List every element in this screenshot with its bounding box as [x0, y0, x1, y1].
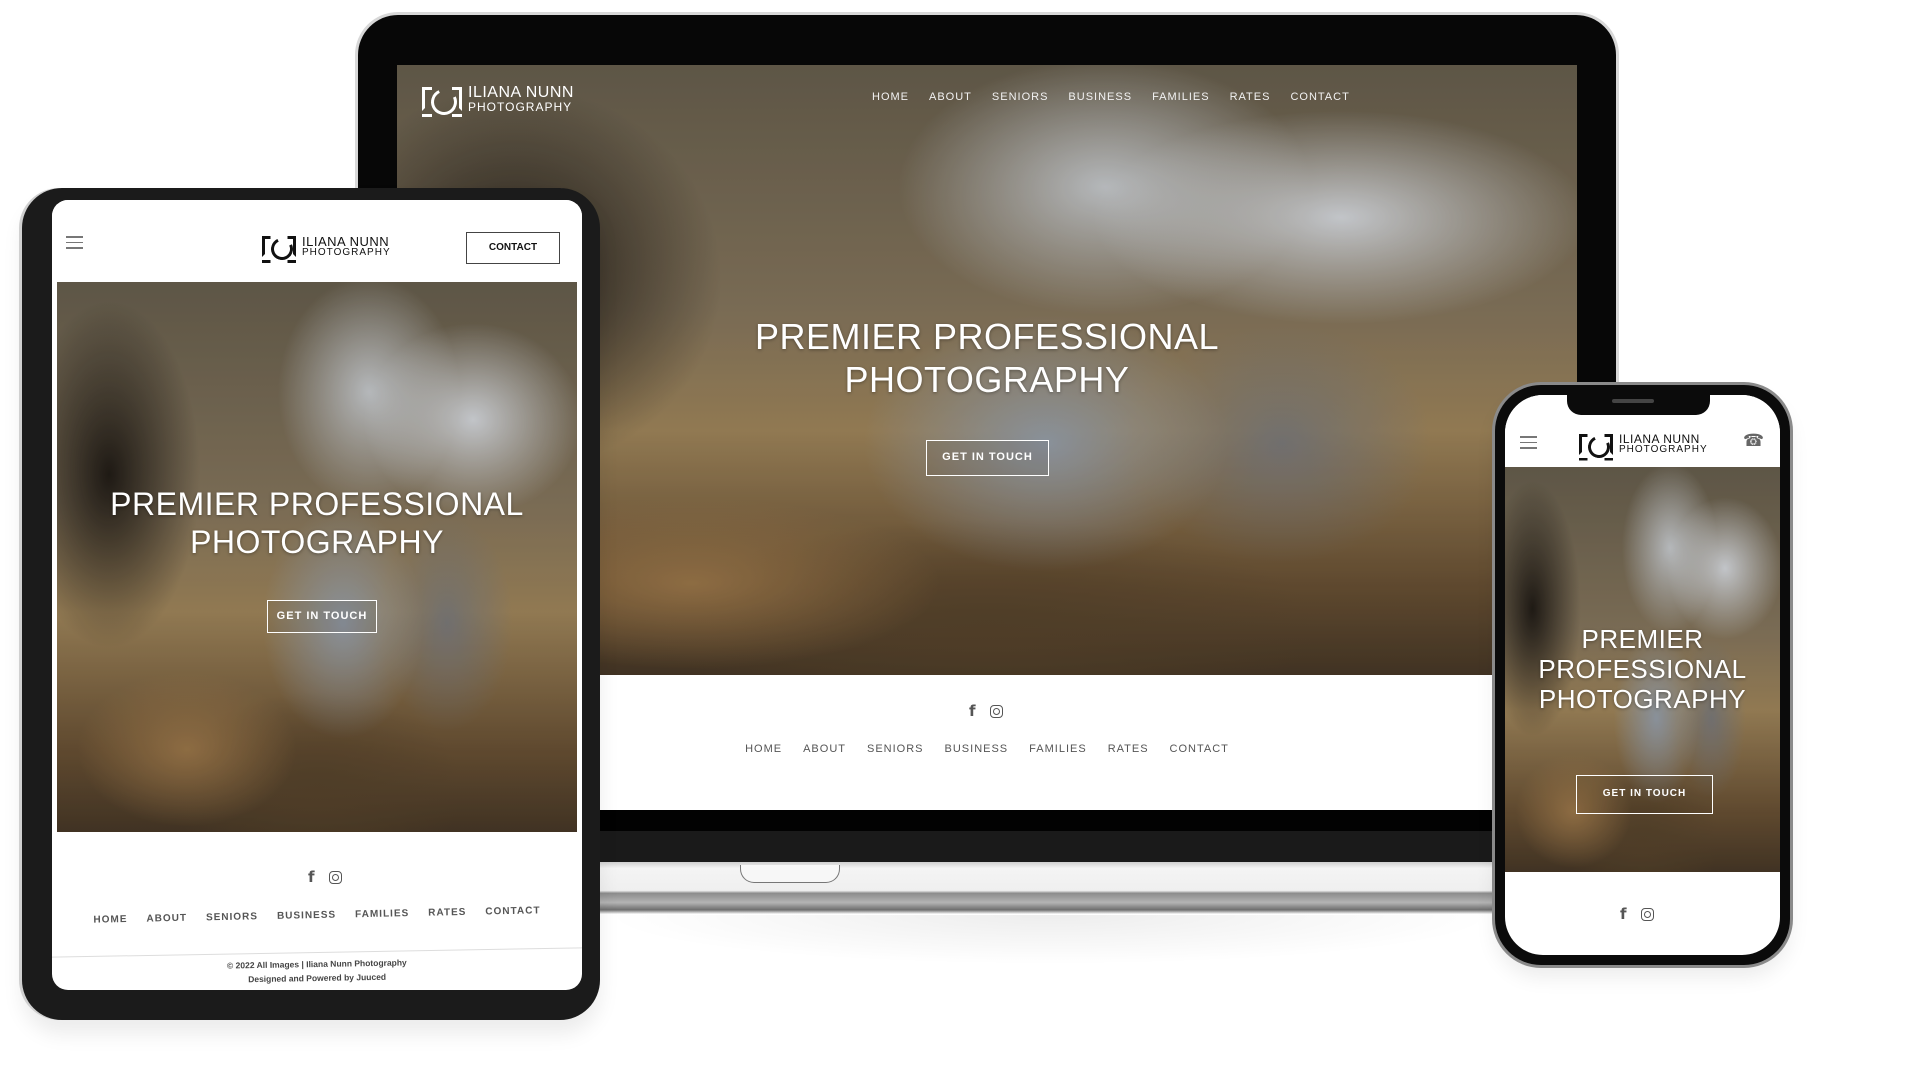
- hamburger-menu-icon[interactable]: [1520, 436, 1537, 449]
- nav-about[interactable]: ABOUT: [929, 91, 972, 103]
- instagram-icon[interactable]: [989, 704, 1003, 718]
- tablet-hero-title: PREMIER PROFESSIONAL PHOTOGRAPHY: [110, 486, 524, 561]
- footer-nav-home[interactable]: HOME: [745, 743, 782, 755]
- contact-button[interactable]: CONTACT: [466, 232, 560, 264]
- tablet-site-logo[interactable]: ILIANA NUNN PHOTOGRAPHY: [262, 235, 391, 258]
- footer-nav-about[interactable]: ABOUT: [803, 743, 846, 755]
- phone-social-links: f: [1620, 905, 1654, 923]
- footer-nav-home[interactable]: HOME: [93, 914, 127, 926]
- phone-call-icon[interactable]: ☎: [1743, 431, 1764, 451]
- get-in-touch-button[interactable]: GET IN TOUCH: [926, 440, 1049, 476]
- tablet-social-links: f: [308, 868, 342, 886]
- site-logo[interactable]: ILIANA NUNN PHOTOGRAPHY: [422, 85, 574, 113]
- logo-name: ILIANA NUNN: [468, 84, 574, 101]
- instagram-icon[interactable]: [1640, 907, 1654, 921]
- laptop-base: [588, 862, 1518, 914]
- nav-contact[interactable]: CONTACT: [1290, 91, 1349, 103]
- facebook-icon[interactable]: f: [308, 868, 315, 886]
- site-header: ILIANA NUNN PHOTOGRAPHY HOME ABOUT SENIO…: [397, 65, 1577, 145]
- footer-nav-contact[interactable]: CONTACT: [1170, 743, 1229, 755]
- logo-tagline: PHOTOGRAPHY: [1619, 444, 1708, 455]
- footer-nav-seniors[interactable]: SENIORS: [206, 911, 258, 923]
- phone-site-logo[interactable]: ILIANA NUNN PHOTOGRAPHY: [1579, 433, 1708, 455]
- hero-title: PREMIER PROFESSIONAL PHOTOGRAPHY: [754, 316, 1220, 401]
- footer-nav-rates[interactable]: RATES: [1108, 743, 1149, 755]
- footer-nav-business[interactable]: BUSINESS: [277, 910, 336, 922]
- logo-tagline: PHOTOGRAPHY: [302, 247, 391, 258]
- camera-logo-icon: [1579, 433, 1613, 455]
- nav-rates[interactable]: RATES: [1230, 91, 1271, 103]
- footer-nav-about[interactable]: ABOUT: [146, 913, 187, 925]
- footer-nav-rates[interactable]: RATES: [428, 907, 466, 919]
- camera-logo-icon: [262, 236, 296, 257]
- phone-hero-title: PREMIER PROFESSIONAL PHOTOGRAPHY: [1538, 624, 1747, 714]
- hamburger-menu-icon[interactable]: [66, 236, 83, 249]
- laptop-shadow: [600, 915, 1500, 965]
- social-links: f: [969, 702, 1003, 720]
- footer-nav-seniors[interactable]: SENIORS: [867, 743, 924, 755]
- nav-seniors[interactable]: SENIORS: [992, 91, 1049, 103]
- instagram-icon[interactable]: [328, 870, 342, 884]
- phone-website: ILIANA NUNN PHOTOGRAPHY ☎ PREMIER PROFES…: [1505, 395, 1780, 955]
- laptop-opening-notch: [740, 865, 840, 883]
- copyright: © 2022 All Images | Iliana Nunn Photogra…: [52, 953, 582, 989]
- phone-get-in-touch-button[interactable]: GET IN TOUCH: [1576, 775, 1713, 814]
- facebook-icon[interactable]: f: [1620, 905, 1627, 923]
- footer-nav-families[interactable]: FAMILIES: [355, 908, 409, 920]
- camera-logo-icon: [422, 87, 462, 111]
- phone-notch: [1567, 393, 1710, 415]
- tablet-footer-nav: HOME ABOUT SENIORS BUSINESS FAMILIES RAT…: [52, 904, 582, 926]
- footer-nav-families[interactable]: FAMILIES: [1029, 743, 1087, 755]
- main-nav: HOME ABOUT SENIORS BUSINESS FAMILIES RAT…: [872, 91, 1350, 103]
- tablet-site-header: ILIANA NUNN PHOTOGRAPHY CONTACT: [52, 200, 582, 280]
- nav-families[interactable]: FAMILIES: [1152, 91, 1210, 103]
- footer-nav-contact[interactable]: CONTACT: [485, 905, 540, 917]
- facebook-icon[interactable]: f: [969, 702, 976, 720]
- phone-speaker: [1612, 399, 1654, 403]
- nav-business[interactable]: BUSINESS: [1068, 91, 1132, 103]
- footer-nav-business[interactable]: BUSINESS: [945, 743, 1009, 755]
- tablet-get-in-touch-button[interactable]: GET IN TOUCH: [267, 600, 377, 633]
- nav-home[interactable]: HOME: [872, 91, 909, 103]
- logo-tagline: PHOTOGRAPHY: [468, 100, 573, 114]
